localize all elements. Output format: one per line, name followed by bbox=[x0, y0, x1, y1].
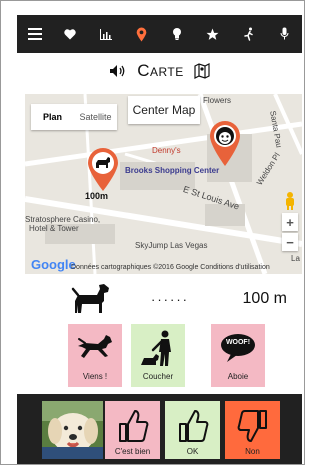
map-header: Carte bbox=[17, 57, 302, 85]
top-nav-bar bbox=[17, 15, 302, 53]
nav-tips[interactable] bbox=[160, 15, 196, 53]
map-attribution[interactable]: Données cartographiques ©2016 Google Con… bbox=[71, 264, 270, 271]
feedback-good-button[interactable]: C'est bien bbox=[105, 401, 160, 459]
woof-icon: WOOF! bbox=[219, 333, 257, 363]
feedback-no-button[interactable]: Non bbox=[225, 401, 280, 459]
speaker-icon[interactable] bbox=[109, 64, 127, 78]
woof-bubble-text: WOOF! bbox=[225, 339, 251, 346]
feedback-no-label: Non bbox=[245, 447, 260, 456]
command-come-label: Viens ! bbox=[82, 372, 108, 381]
google-logo: Google bbox=[31, 257, 76, 272]
page-title: Carte bbox=[137, 61, 184, 80]
dog-distance-label: 100m bbox=[85, 191, 109, 201]
pegman-icon[interactable] bbox=[284, 192, 296, 210]
chart-icon bbox=[100, 28, 113, 40]
heart-icon bbox=[64, 28, 77, 39]
map-label-brooks: Brooks Shopping Center bbox=[125, 166, 220, 175]
user-pin-icon[interactable] bbox=[208, 119, 242, 167]
nav-voice[interactable] bbox=[266, 15, 302, 53]
running-dog-icon bbox=[78, 335, 112, 358]
star-icon bbox=[206, 28, 219, 40]
map-label-strato: Stratosphere Casino, bbox=[25, 215, 101, 224]
feedback-ok-label: OK bbox=[186, 447, 199, 456]
distance-row: ······ 100 m bbox=[71, 281, 291, 317]
map-label-strato2: Hotel & Tower bbox=[29, 224, 79, 233]
nav-walk[interactable] bbox=[231, 15, 267, 53]
map-type-selector: Plan Satellite bbox=[31, 104, 117, 130]
feedback-good-label: C'est bien bbox=[114, 447, 151, 456]
thumbs-up-icon bbox=[178, 410, 208, 442]
command-bark-button[interactable]: WOOF! Aboie bbox=[211, 324, 265, 387]
location-pin-icon bbox=[136, 27, 147, 41]
nav-stats[interactable] bbox=[88, 15, 124, 53]
dog-pin-icon bbox=[88, 148, 118, 191]
zoom-in-button[interactable]: + bbox=[282, 213, 298, 231]
feedback-ok-button[interactable]: OK bbox=[165, 401, 220, 459]
map-label-dennys: Denny's bbox=[152, 146, 181, 155]
nav-rating[interactable] bbox=[195, 15, 231, 53]
feedback-bar: C'est bien OK Non bbox=[17, 394, 302, 464]
walk-icon bbox=[243, 27, 253, 41]
microphone-icon bbox=[280, 27, 289, 40]
command-lie-down-label: Coucher bbox=[142, 372, 174, 381]
map-label-skyjump: SkyJump Las Vegas bbox=[135, 241, 208, 250]
dog-icon bbox=[71, 284, 109, 313]
distance-dots: ······ bbox=[151, 291, 189, 307]
nav-menu[interactable] bbox=[17, 15, 53, 53]
menu-icon bbox=[27, 28, 42, 40]
app-frame: Carte Plan Satellite Center Map Flowers … bbox=[0, 0, 305, 465]
map-type-satellite[interactable]: Satellite bbox=[74, 104, 117, 130]
nav-favorites[interactable] bbox=[53, 15, 89, 53]
zoom-out-button[interactable]: − bbox=[282, 233, 298, 251]
map-view[interactable]: Plan Satellite Center Map Flowers Santa … bbox=[25, 94, 302, 274]
lie-down-icon bbox=[141, 330, 171, 366]
center-map-button[interactable]: Center Map bbox=[128, 96, 200, 124]
map-type-plan[interactable]: Plan bbox=[31, 104, 74, 130]
distance-value: 100 m bbox=[242, 290, 287, 307]
command-bark-label: Aboie bbox=[227, 372, 249, 381]
dog-marker[interactable]: 100m bbox=[85, 146, 120, 202]
command-lie-down-button[interactable]: Coucher bbox=[131, 324, 185, 387]
command-come-button[interactable]: Viens ! bbox=[68, 324, 122, 387]
map-label-flowers: Flowers bbox=[203, 96, 232, 105]
nav-map[interactable] bbox=[124, 15, 160, 53]
bulb-icon bbox=[173, 28, 182, 40]
thumbs-up-icon bbox=[118, 410, 148, 442]
map-icon[interactable] bbox=[194, 63, 210, 79]
thumbs-down-icon bbox=[237, 410, 267, 442]
map-label-la: La bbox=[291, 254, 300, 263]
dog-photo[interactable] bbox=[42, 401, 103, 459]
dog-photo-image bbox=[42, 401, 103, 459]
